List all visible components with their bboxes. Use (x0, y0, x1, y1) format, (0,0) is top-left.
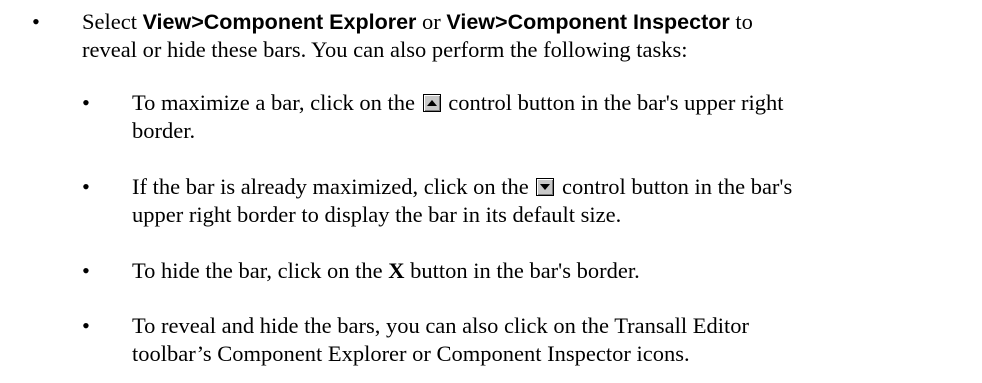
main-item-text: Select View>Component Explorer or View>C… (82, 8, 753, 64)
text-run: To reveal and hide the bars, you can als… (132, 313, 750, 338)
main-item-text-to: to (729, 9, 753, 34)
list-item: • To hide the bar, click on the X button… (82, 257, 640, 285)
text-run: toolbar’s Component Explorer or Componen… (132, 341, 690, 366)
text-run: To hide the bar, click on the (132, 258, 389, 283)
document-page: • Select View>Component Explorer or View… (0, 0, 982, 383)
restore-icon (536, 178, 555, 196)
list-item-text: To reveal and hide the bars, you can als… (132, 312, 749, 368)
text-run: border. (132, 118, 196, 143)
text-run: control button in the bar's upper right (442, 90, 784, 115)
close-x-label: X (388, 258, 405, 283)
menu-path-component-inspector: View>Component Inspector (446, 10, 730, 34)
bullet: • (82, 313, 90, 338)
main-item-text-line2: reveal or hide these bars. You can also … (82, 37, 688, 62)
bullet: • (82, 174, 90, 199)
text-run: upper right border to display the bar in… (132, 202, 622, 227)
text-run: If the bar is already maximized, click o… (132, 174, 535, 199)
list-item-text: To hide the bar, click on the X button i… (132, 257, 640, 285)
list-item: • To reveal and hide the bars, you can a… (82, 312, 749, 368)
main-list-item: • Select View>Component Explorer or View… (32, 8, 753, 64)
menu-path-component-explorer: View>Component Explorer (142, 10, 417, 34)
text-run: button in the bar's border. (404, 258, 640, 283)
text-run: control button in the bar's (556, 174, 793, 199)
main-item-text-start: Select (82, 9, 143, 34)
list-item-text: To maximize a bar, click on the control … (132, 89, 784, 145)
bullet: • (82, 90, 90, 115)
text-run: To maximize a bar, click on the (132, 90, 421, 115)
bullet: • (82, 258, 90, 283)
bullet: • (32, 9, 40, 34)
list-item-text: If the bar is already maximized, click o… (132, 173, 792, 229)
maximize-icon (422, 94, 441, 112)
main-item-text-or: or (416, 9, 447, 34)
list-item: • To maximize a bar, click on the contro… (82, 89, 784, 145)
list-item: • If the bar is already maximized, click… (82, 173, 792, 229)
